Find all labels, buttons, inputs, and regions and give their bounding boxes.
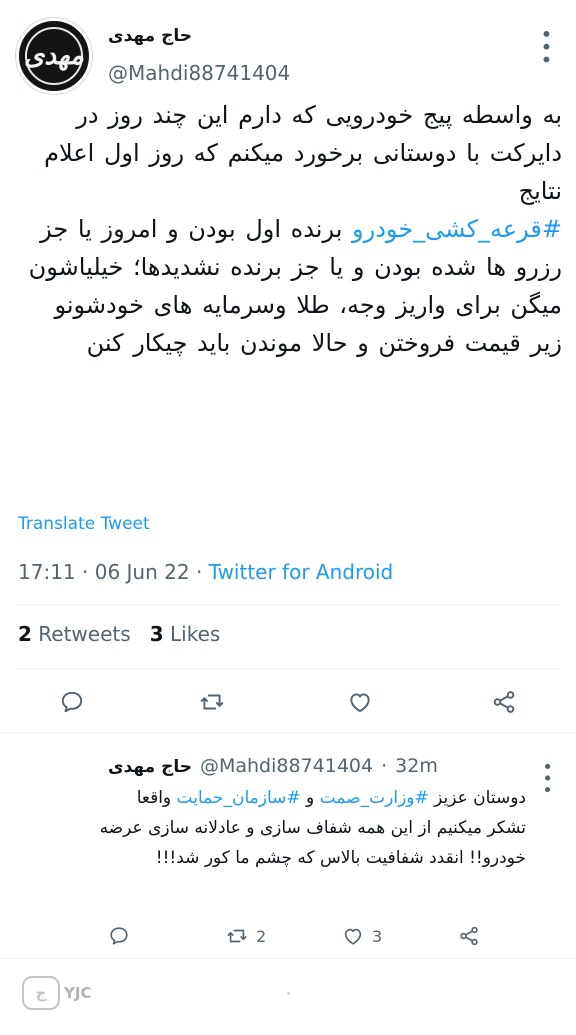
display-name[interactable]: حاج مهدی	[108, 26, 192, 46]
tweet-stats: 2 Retweets 3 Likes	[18, 622, 220, 646]
dot-indicator	[287, 992, 290, 995]
reply-time-ago[interactable]: 32m	[395, 755, 438, 777]
reply-icon	[110, 927, 128, 945]
footer: ج YJC	[0, 946, 576, 1035]
hashtag-link[interactable]: #وزارت_صمت	[320, 788, 429, 808]
tweet-source-link[interactable]: Twitter for Android	[209, 560, 394, 584]
retweet-count: 2	[256, 926, 267, 946]
reply-text-part: دوستان عزیز	[428, 788, 526, 808]
like-icon	[344, 928, 362, 945]
tweet-actions	[0, 684, 576, 720]
watermark-logo: ج YJC	[22, 976, 91, 1010]
retweet-button[interactable]	[194, 684, 230, 720]
reply-handle[interactable]: @Mahdi88741404	[200, 755, 373, 777]
share-icon	[460, 926, 478, 946]
hashtag-link[interactable]: #قرعه_کشی_خودرو	[352, 215, 562, 243]
tweet-time[interactable]: 17:11	[18, 560, 76, 584]
retweet-icon	[200, 694, 224, 710]
logo-text: YJC	[64, 984, 92, 1002]
meta-separator: ·	[381, 755, 388, 777]
user-handle[interactable]: @Mahdi88741404	[108, 61, 290, 85]
tweet-text-part: به واسطه پیج خودرویی که دارم این چند روز…	[44, 101, 562, 205]
divider	[0, 958, 576, 959]
like-icon	[350, 693, 370, 713]
reply-button[interactable]	[54, 684, 90, 720]
main-tweet: مهدی حاج مهدی @Mahdi88741404 ••• به واسط…	[0, 0, 576, 732]
tweet-meta: 17:11 · 06 Jun 22 · Twitter for Android	[18, 560, 393, 584]
more-icon[interactable]: •••	[536, 761, 557, 796]
reply-display-name[interactable]: حاج مهدی	[108, 757, 192, 777]
share-button[interactable]	[486, 684, 522, 720]
tweet-text: به واسطه پیج خودرویی که دارم این چند روز…	[16, 96, 562, 362]
hashtag-link[interactable]: #سازمان_حمایت	[177, 788, 301, 808]
avatar[interactable]: مهدی	[16, 18, 92, 94]
retweets-count: 2	[18, 622, 32, 646]
reply-text: دوستان عزیز #وزارت_صمت و #سازمان_حمایت و…	[96, 783, 526, 873]
likes-count: 3	[149, 622, 164, 646]
meta-separator: ·	[82, 560, 95, 584]
likes-label: Likes	[170, 622, 221, 646]
reply-text-part: و	[300, 788, 320, 808]
reply-icon	[61, 691, 83, 713]
share-icon	[493, 691, 515, 713]
meta-separator: ·	[195, 560, 209, 584]
like-count: 3	[372, 926, 383, 946]
likes-stat[interactable]: 3 Likes	[150, 622, 221, 646]
translate-tweet-link[interactable]: Translate Tweet	[18, 514, 150, 534]
retweet-icon	[227, 929, 247, 943]
reply-header: حاج مهدی @Mahdi88741404 · 32m	[108, 755, 438, 777]
tweet-date[interactable]: 06 Jun 22	[95, 560, 190, 584]
retweets-label: Retweets	[38, 622, 131, 646]
logo-mark-icon: ج	[22, 976, 60, 1010]
avatar-text: مهدی	[24, 41, 84, 71]
like-button[interactable]	[342, 684, 378, 720]
more-icon[interactable]: •••	[534, 28, 558, 66]
divider	[16, 668, 560, 669]
divider	[16, 604, 560, 605]
retweets-stat[interactable]: 2 Retweets	[18, 622, 131, 646]
